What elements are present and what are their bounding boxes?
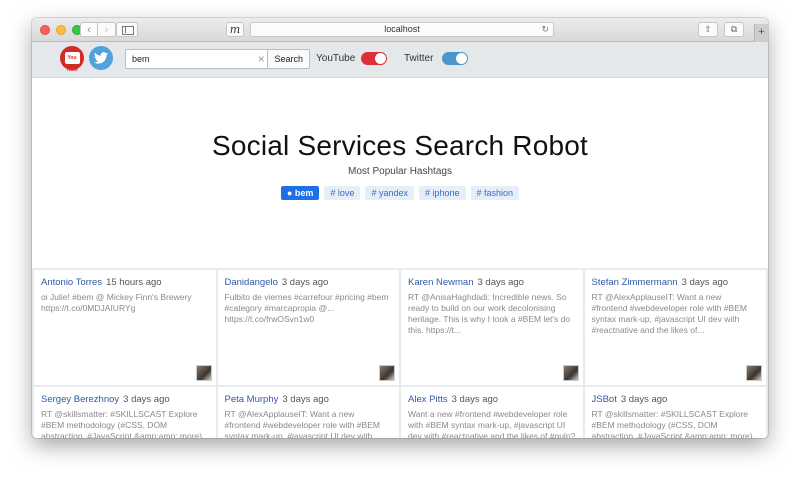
- card-time: 3 days ago: [282, 394, 329, 405]
- youtube-toggle-label: YouTube: [316, 53, 356, 64]
- card-text: RT @AlexApplauseIT: Want a new #frontend…: [224, 409, 380, 438]
- avatar[interactable]: [195, 365, 212, 381]
- card-author[interactable]: Stefan Zimmermann: [592, 277, 678, 288]
- card-time: 15 hours ago: [106, 277, 162, 288]
- hashtag-yandex[interactable]: # yandex: [365, 186, 414, 200]
- hashtag-list: ● bem # love # yandex # iphone # fashion: [32, 186, 768, 200]
- minimize-window-button[interactable]: [56, 25, 66, 35]
- clear-search-icon[interactable]: ×: [255, 50, 267, 68]
- card-author[interactable]: Alex Pitts: [408, 394, 448, 405]
- tabs-overview-button[interactable]: ⧉: [724, 22, 744, 37]
- card-text: RT @skillsmatter: #SKILLSCAST Explore #B…: [41, 409, 203, 438]
- card-text: Fulbito de viernes #carrefour #pricing #…: [224, 292, 389, 324]
- browser-toolbar: ‹ › m localhost ↻ ⇧ ⧉ +: [32, 18, 768, 42]
- result-card[interactable]: Peta Murphy 3 days ago RT @AlexApplauseIT…: [217, 387, 399, 438]
- twitter-icon[interactable]: [89, 46, 113, 70]
- card-text: RT @AnisaHaghdadi: Incredible news. So r…: [408, 292, 571, 335]
- hashtag-fashion[interactable]: # fashion: [470, 186, 520, 200]
- share-button[interactable]: ⇧: [698, 22, 718, 37]
- sidebar-toggle-button[interactable]: [116, 22, 138, 37]
- result-card[interactable]: JSBot 3 days ago RT @skillsmatter: #SKILL…: [584, 387, 766, 438]
- address-text: localhost: [384, 24, 420, 34]
- new-tab-button[interactable]: +: [754, 24, 768, 42]
- twitter-bird-icon: [94, 52, 108, 64]
- hashtags-subtitle: Most Popular Hashtags: [348, 166, 452, 177]
- card-text: oi Julie! #bem @ Mickey Finn's Brewery h…: [41, 292, 192, 313]
- card-author[interactable]: Peta Murphy: [225, 394, 279, 405]
- hashtag-love[interactable]: # love: [324, 186, 361, 200]
- result-card[interactable]: Stefan Zimmermann 3 days ago RT @AlexAppl…: [584, 270, 766, 385]
- result-card[interactable]: Danidangelo 3 days ago Fulbito de viernes…: [217, 270, 399, 385]
- favorites-icon[interactable]: m: [226, 22, 244, 37]
- address-bar[interactable]: localhost ↻: [250, 22, 554, 37]
- result-card[interactable]: Karen Newman 3 days ago RT @AnisaHaghdadi…: [401, 270, 583, 385]
- search-input[interactable]: [126, 50, 255, 68]
- card-author[interactable]: Sergey Berezhnoy: [41, 394, 119, 405]
- result-card[interactable]: Alex Pitts 3 days ago Want a new #fronten…: [401, 387, 583, 438]
- card-author[interactable]: Danidangelo: [225, 277, 278, 288]
- browser-window: ‹ › m localhost ↻ ⇧ ⧉ + You Tube × Searc…: [32, 18, 768, 438]
- forward-button[interactable]: ›: [98, 22, 116, 37]
- card-time: 3 days ago: [281, 277, 329, 288]
- card-time: 3 days ago: [123, 394, 170, 405]
- avatar[interactable]: [379, 365, 395, 381]
- hero-section: Social Services Search Robot Most Popula…: [32, 78, 768, 268]
- reload-icon[interactable]: ↻: [541, 23, 549, 36]
- hashtag-bem[interactable]: ● bem: [280, 186, 320, 200]
- twitter-toggle[interactable]: [442, 52, 468, 65]
- twitter-toggle-label: Twitter: [404, 53, 434, 64]
- card-time: 3 days ago: [681, 277, 729, 288]
- youtube-icon[interactable]: You Tube: [60, 46, 84, 73]
- card-author[interactable]: Karen Newman: [408, 277, 473, 288]
- hashtag-iphone[interactable]: # iphone: [418, 186, 466, 200]
- card-time: 3 days ago: [620, 394, 668, 405]
- card-text: RT @AlexApplauseIT: Want a new #frontend…: [591, 292, 747, 335]
- card-text: RT @skillsmatter: #SKILLSCAST Explore #B…: [591, 409, 753, 438]
- card-time: 3 days ago: [451, 394, 499, 405]
- app-header: You Tube × Search YouTube Twitter: [32, 42, 768, 78]
- card-author[interactable]: JSBot: [592, 394, 617, 405]
- card-time: 3 days ago: [477, 277, 524, 288]
- search-box: × Search: [125, 49, 310, 69]
- avatar[interactable]: [746, 365, 762, 381]
- result-card[interactable]: Antonio Torres 15 hours ago oi Julie! #be…: [34, 270, 216, 385]
- youtube-toggle[interactable]: [361, 52, 387, 65]
- avatar[interactable]: [562, 365, 579, 381]
- youtube-toggle-knob: [375, 53, 386, 64]
- card-text: Want a new #frontend #webdeveloper role …: [408, 409, 576, 438]
- window-controls: [40, 25, 82, 35]
- youtube-logo-text: You Tube: [64, 52, 80, 73]
- search-button[interactable]: Search: [267, 50, 309, 68]
- twitter-toggle-knob: [456, 53, 467, 64]
- close-window-button[interactable]: [40, 25, 50, 35]
- page-title: Social Services Search Robot: [212, 130, 588, 161]
- results-grid: Antonio Torres 15 hours ago oi Julie! #be…: [32, 268, 768, 438]
- card-author[interactable]: Antonio Torres: [41, 277, 102, 288]
- result-card[interactable]: Sergey Berezhnoy 3 days ago RT @skillsmat…: [34, 387, 216, 438]
- back-button[interactable]: ‹: [80, 22, 98, 37]
- history-nav: ‹ ›: [80, 22, 116, 37]
